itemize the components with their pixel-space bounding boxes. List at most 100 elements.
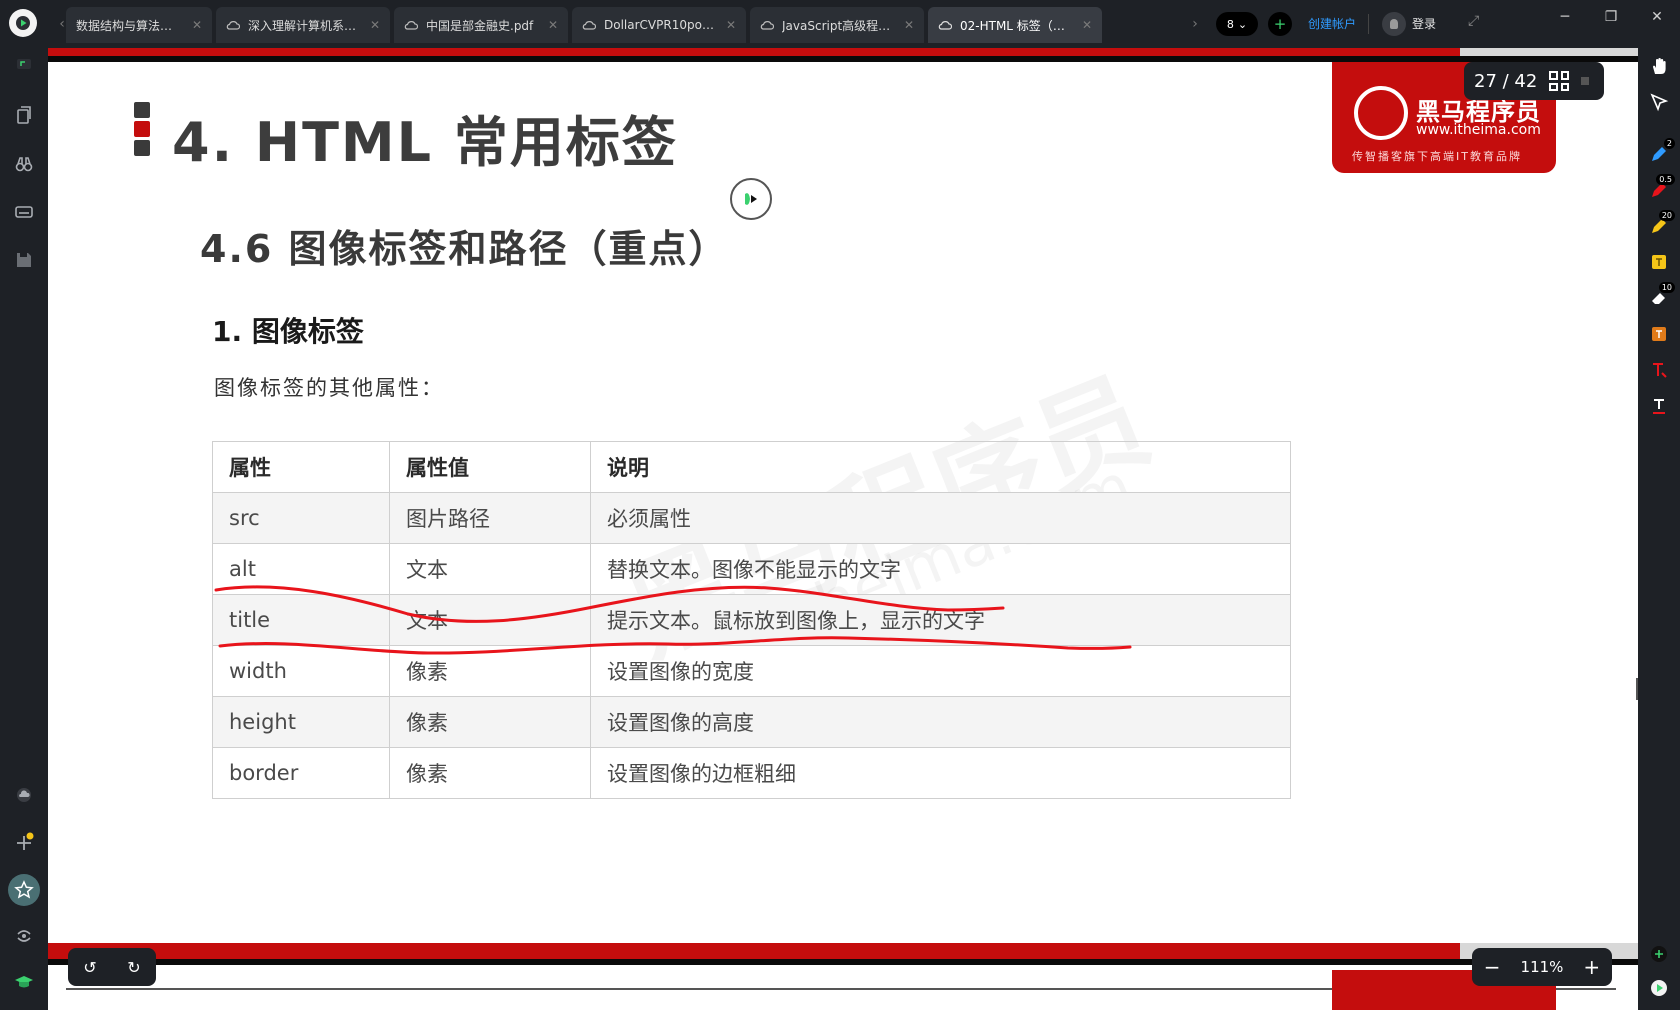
pages-icon[interactable] — [12, 103, 36, 127]
pen-blue-icon[interactable]: 2 — [1647, 138, 1675, 166]
right-toolbar: 2 0.5 20 10 — [1638, 48, 1680, 1010]
table-header-row: 属性 属性值 说明 — [212, 441, 1291, 493]
tab-bar: ‹ 数据结构与算法之美.pdf ✕ 深入理解计算机系统.pdf ✕ 中国是部金融… — [0, 0, 1680, 48]
tab-count: 8 — [1226, 17, 1234, 31]
intro-text: 图像标签的其他属性： — [214, 376, 444, 400]
close-icon[interactable]: ✕ — [192, 18, 202, 32]
pen-red-icon[interactable]: 0.5 — [1647, 174, 1675, 202]
zoom-out-button[interactable]: − — [1480, 955, 1504, 979]
minimize-button[interactable]: ─ — [1550, 6, 1580, 28]
grid-view-icon[interactable] — [1549, 71, 1570, 91]
table-cell: src — [212, 492, 390, 544]
app-logo[interactable] — [9, 9, 37, 37]
select-arrow-icon[interactable] — [1647, 90, 1671, 114]
text-box-icon[interactable] — [1647, 322, 1671, 346]
tab-label: DollarCVPR10pose.pdf — [604, 18, 718, 32]
document-viewport[interactable]: 4. HTML 常用标签 黑马程序员 www.itheima.com 传智播客旗… — [48, 48, 1638, 1010]
table-cell: title — [212, 594, 390, 646]
image-attributes-table: 属性 属性值 说明 src 图片路径 必须属性 alt 文本 替换文本。图像不能… — [212, 441, 1291, 799]
cloud-icon — [760, 21, 774, 30]
tab-count-dropdown[interactable]: 8 ⌄ — [1216, 12, 1258, 36]
table-row: width 像素 设置图像的宽度 — [212, 645, 1291, 697]
tab-label: 数据结构与算法之美.pdf — [76, 18, 184, 33]
cloud-icon — [938, 21, 952, 30]
table-cell: width — [212, 645, 390, 697]
text-underline-icon[interactable] — [1647, 394, 1671, 418]
tab-label: JavaScript高级程序设... — [782, 18, 896, 33]
favorites-button[interactable] — [8, 874, 40, 906]
table-cell: 像素 — [389, 747, 591, 799]
page-title: 4. HTML 常用标签 — [172, 111, 678, 174]
pen-width-badge: 0.5 — [1656, 174, 1675, 185]
table-cell: 设置图像的边框粗细 — [590, 747, 1291, 799]
table-cell: 文本 — [389, 594, 591, 646]
text-color-icon[interactable] — [1647, 358, 1671, 382]
binoculars-icon[interactable] — [12, 152, 36, 176]
close-icon[interactable]: ✕ — [904, 18, 914, 32]
eraser-icon[interactable]: 10 — [1647, 282, 1675, 310]
tab-3[interactable]: DollarCVPR10pose.pdf ✕ — [572, 7, 746, 43]
table-cell: 提示文本。鼠标放到图像上，显示的文字 — [590, 594, 1291, 646]
play-icon — [745, 193, 757, 205]
tab-2[interactable]: 中国是部金融史.pdf ✕ — [394, 7, 568, 43]
corner-tag-icon — [12, 54, 36, 78]
tab-0[interactable]: 数据结构与算法之美.pdf ✕ — [66, 7, 212, 43]
play-logo-icon — [16, 16, 30, 30]
page-navigator[interactable]: 27 / 42 — [1464, 62, 1604, 100]
minimap-icon[interactable] — [1581, 77, 1590, 85]
login-link[interactable]: 登录 — [1412, 15, 1436, 32]
play-media-button[interactable] — [730, 178, 772, 220]
cloud-sync-icon[interactable] — [12, 782, 36, 806]
close-icon[interactable]: ✕ — [1082, 18, 1092, 32]
fullscreen-icon[interactable]: ⤢ — [1468, 13, 1479, 29]
subsection-title: 4.6 图像标签和路径（重点） — [200, 227, 729, 271]
avatar[interactable] — [1382, 12, 1406, 36]
table-row: border 像素 设置图像的边框粗细 — [212, 747, 1291, 799]
redo-icon[interactable]: ↻ — [127, 958, 140, 977]
tab-label: 深入理解计算机系统.pdf — [248, 18, 362, 33]
table-row: title 文本 提示文本。鼠标放到图像上，显示的文字 — [212, 594, 1291, 646]
highlighter-icon[interactable]: 20 — [1647, 210, 1675, 238]
sticky-note-icon[interactable] — [1647, 250, 1671, 274]
history-controls: ↺ ↻ — [68, 948, 156, 986]
tab-scroll-right-icon[interactable]: › — [1188, 14, 1202, 34]
table-cell: border — [212, 747, 390, 799]
plus-icon: + — [1273, 15, 1287, 33]
zoom-level: 111% — [1520, 958, 1564, 976]
eraser-width-badge: 10 — [1658, 282, 1675, 293]
table-header-cell: 属性 — [212, 441, 390, 493]
hand-tool-icon[interactable] — [1647, 54, 1671, 78]
close-window-button[interactable]: ✕ — [1642, 6, 1672, 28]
create-account-link[interactable]: 创建帐户 — [1308, 15, 1356, 32]
table-cell: 图片路径 — [389, 492, 591, 544]
logo-url: www.itheima.com — [1416, 122, 1541, 138]
table-row: height 像素 设置图像的高度 — [212, 696, 1291, 748]
save-icon[interactable] — [12, 248, 36, 272]
zoom-controls: − 111% + — [1472, 948, 1612, 986]
section-title: 1. 图像标签 — [212, 315, 364, 348]
keyboard-icon[interactable] — [12, 200, 36, 224]
app-play-icon[interactable] — [1647, 976, 1671, 1000]
undo-icon[interactable]: ↺ — [83, 958, 96, 977]
add-bookmark-icon[interactable] — [12, 830, 36, 854]
zoom-in-button[interactable]: + — [1580, 955, 1604, 979]
restore-button[interactable]: ❐ — [1596, 6, 1626, 28]
new-tab-button[interactable]: + — [1268, 12, 1292, 36]
table-header-cell: 属性值 — [389, 441, 591, 493]
cloud-icon — [226, 21, 240, 30]
close-icon[interactable]: ✕ — [726, 18, 736, 32]
table-cell: 设置图像的高度 — [590, 696, 1291, 748]
add-circle-icon[interactable] — [1647, 942, 1671, 966]
tab-1[interactable]: 深入理解计算机系统.pdf ✕ — [216, 7, 390, 43]
close-icon[interactable]: ✕ — [548, 18, 558, 32]
horse-logo-icon — [1354, 86, 1408, 140]
graduation-cap-icon[interactable] — [12, 970, 36, 994]
tab-5-active[interactable]: 02-HTML 标签（上）.... ✕ — [928, 7, 1102, 43]
page-header-grey-bar — [1460, 48, 1638, 56]
title-decoration — [134, 102, 150, 159]
tab-4[interactable]: JavaScript高级程序设... ✕ — [750, 7, 924, 43]
close-icon[interactable]: ✕ — [370, 18, 380, 32]
table-cell: 像素 — [389, 645, 591, 697]
user-icon — [1390, 19, 1398, 29]
ai-assistant-icon[interactable] — [12, 924, 36, 948]
